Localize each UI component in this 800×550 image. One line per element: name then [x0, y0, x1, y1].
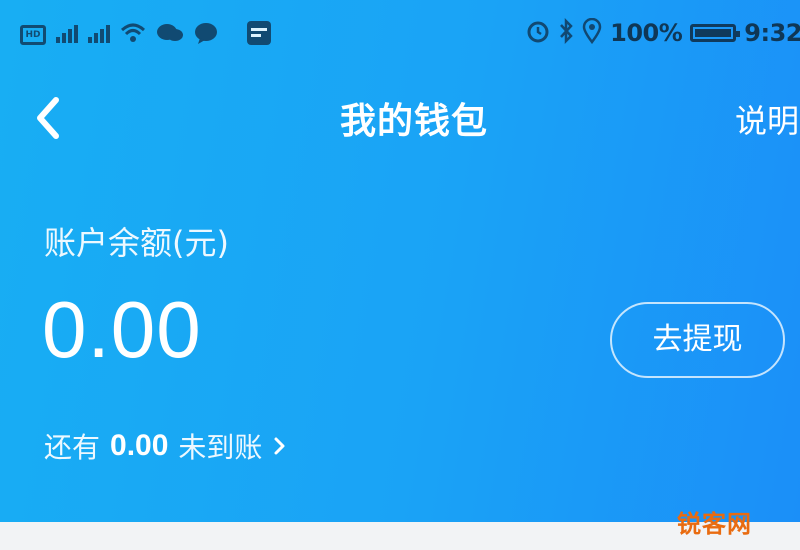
status-time: 9:32 — [744, 19, 800, 47]
status-bar-right: 100% 9:32 — [526, 17, 800, 48]
balance-amount: 0.00 — [42, 285, 202, 374]
alarm-icon — [526, 19, 550, 47]
message-icon — [194, 22, 218, 48]
watermark-logo: 锐客网 — [677, 510, 752, 538]
hd-icon: HD — [20, 25, 46, 45]
withdraw-button[interactable]: 去提现 — [610, 302, 785, 378]
pending-balance-link[interactable]: 还有 0.00 未到账 — [44, 426, 288, 466]
balance-label: 账户余额(元) — [44, 224, 229, 262]
signal-4g-icon — [56, 23, 78, 47]
signal-4g-icon — [88, 23, 110, 47]
chat-icon — [156, 22, 184, 48]
wifi-icon — [120, 22, 146, 48]
pending-suffix: 未到账 — [178, 431, 263, 464]
app-icon — [246, 20, 272, 50]
page-title: 我的钱包 — [339, 101, 488, 142]
chevron-right-icon — [274, 437, 285, 455]
bluetooth-icon — [558, 17, 574, 48]
pending-prefix: 还有 — [44, 431, 101, 464]
pending-amount: 0.00 — [110, 429, 169, 462]
help-link[interactable]: 说明 — [735, 96, 799, 142]
battery-percent: 100% — [610, 19, 683, 47]
status-bar: HD 100% 9:32 — [0, 0, 800, 70]
location-icon — [582, 17, 602, 48]
battery-icon — [690, 24, 741, 42]
status-bar-left: HD — [20, 20, 272, 50]
wallet-hero: HD 100% 9:32 我的钱包 说明 账户余额(元) 0.00 去提现 还有… — [0, 0, 800, 522]
